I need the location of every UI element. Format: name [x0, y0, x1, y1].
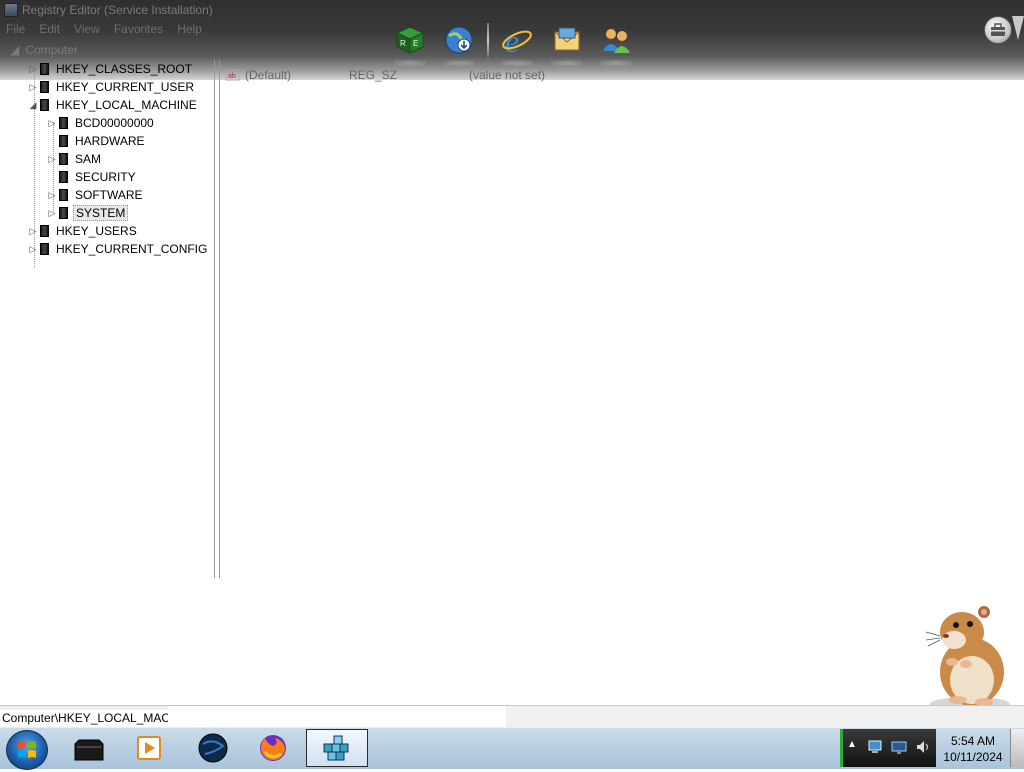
- globe-app-icon: [198, 733, 228, 763]
- taskbar-item-firefox[interactable]: [246, 729, 300, 767]
- tree-item-label: SYSTEM: [73, 205, 129, 221]
- registry-key-icon: [59, 135, 68, 147]
- registry-key-icon: [59, 117, 68, 129]
- clock-time: 5:54 AM: [950, 734, 996, 748]
- tree-item-hkey-local-machine[interactable]: ◢ HKEY_LOCAL_MACHINE: [28, 96, 199, 114]
- volume-tray-icon[interactable]: [915, 739, 931, 755]
- tree-item-label: HKEY_CURRENT_USER: [56, 80, 195, 94]
- taskbar-item-black-app[interactable]: [62, 729, 116, 767]
- expand-arrow-icon[interactable]: ▷: [28, 226, 38, 237]
- system-tray: ▲: [840, 729, 936, 767]
- registry-key-icon: [40, 243, 49, 255]
- tree-root-computer[interactable]: ◢ Computer: [10, 43, 78, 57]
- tree-item-sam[interactable]: ▷ SAM: [47, 150, 103, 168]
- registry-key-icon: [40, 99, 49, 111]
- menu-help[interactable]: Help: [177, 22, 202, 36]
- tree-item-label: HKEY_LOCAL_MACHINE: [56, 98, 197, 112]
- black-app-icon: [74, 739, 104, 761]
- tree-item-hkey-current-user[interactable]: ▷ HKEY_CURRENT_USER: [28, 78, 196, 96]
- svg-text:R: R: [400, 39, 406, 48]
- network-globe-icon[interactable]: [438, 20, 482, 66]
- expand-arrow-icon[interactable]: ▷: [47, 154, 57, 165]
- regedit-icon: [323, 735, 349, 761]
- tree-item-label: HKEY_USERS: [56, 224, 137, 238]
- taskbar-item-regedit[interactable]: [306, 729, 368, 767]
- tree-item-label: SOFTWARE: [75, 188, 143, 202]
- firefox-icon: [260, 735, 286, 761]
- taskbar: ▲ 5:54 AM 10/11/2024: [0, 727, 1024, 770]
- network-tray-icon[interactable]: [867, 739, 883, 755]
- taskbar-clock[interactable]: 5:54 AM 10/11/2024: [940, 733, 1006, 765]
- tree-item-label: SAM: [75, 152, 102, 166]
- expand-arrow-icon[interactable]: ▷: [28, 82, 38, 93]
- tree-item-hardware[interactable]: HARDWARE: [47, 132, 147, 150]
- menu-bar: File Edit View Favorites Help: [6, 22, 202, 36]
- pointer-arrow-icon[interactable]: [1012, 16, 1024, 40]
- menu-view[interactable]: View: [74, 22, 100, 36]
- registry-key-icon: [40, 81, 49, 93]
- monitor-tray-icon[interactable]: [891, 739, 907, 755]
- menu-edit[interactable]: Edit: [39, 22, 60, 36]
- internet-explorer-icon[interactable]: e: [495, 20, 539, 66]
- start-button[interactable]: [6, 730, 48, 770]
- tree-item-label: HKEY_CURRENT_CONFIG: [56, 242, 208, 256]
- tree-item-system[interactable]: ▷ SYSTEM: [47, 204, 129, 222]
- expand-arrow-icon[interactable]: ▷: [28, 64, 38, 75]
- registry-key-icon: [59, 171, 68, 183]
- show-hidden-icons-arrow[interactable]: ▲: [847, 739, 863, 755]
- tree-item-label: SECURITY: [75, 170, 136, 184]
- tree-item-bcd00000000[interactable]: ▷ BCD00000000: [47, 114, 156, 132]
- registry-key-icon: [40, 63, 49, 75]
- status-bar: Computer\HKEY_LOCAL_MACHINE: [0, 705, 1024, 728]
- window-title: Registry Editor (Service Installation): [22, 3, 213, 17]
- regedit-launcher-icon[interactable]: R E: [388, 20, 432, 66]
- expand-arrow-icon[interactable]: ▷: [28, 244, 38, 255]
- string-value-icon: ab: [225, 68, 241, 85]
- tree-item-label: HARDWARE: [75, 134, 145, 148]
- mail-envelope-icon[interactable]: [545, 20, 589, 66]
- value-type: REG_SZ: [349, 68, 398, 82]
- expand-arrow-icon[interactable]: ▷: [47, 118, 57, 129]
- tree-item-hkey-users[interactable]: ▷ HKEY_USERS: [28, 222, 139, 240]
- expand-arrow-icon[interactable]: ▷: [47, 190, 57, 201]
- tree-item-label: HKEY_CLASSES_ROOT: [56, 62, 193, 76]
- registry-key-icon: [59, 189, 68, 201]
- tree-item-label: BCD00000000: [75, 116, 154, 130]
- clock-date: 10/11/2024: [943, 750, 1003, 764]
- show-desktop-button[interactable]: [1010, 729, 1024, 767]
- status-path: Computer\HKEY_LOCAL_MACHINE: [0, 710, 168, 728]
- tree-item-software[interactable]: ▷ SOFTWARE: [47, 186, 145, 204]
- pane-splitter[interactable]: [214, 60, 220, 578]
- collapse-arrow-icon[interactable]: ◢: [28, 100, 38, 111]
- value-data: (value not set): [469, 68, 546, 82]
- svg-text:E: E: [413, 39, 418, 48]
- tree-item-hkey-classes-root[interactable]: ▷ HKEY_CLASSES_ROOT: [28, 60, 194, 78]
- tree-root-label: Computer: [25, 43, 79, 57]
- value-name: (Default): [245, 68, 292, 82]
- svg-text:ab: ab: [228, 73, 236, 80]
- quick-launch-dock: R E e: [388, 18, 638, 66]
- registry-key-icon: [59, 153, 68, 165]
- tree-item-hkey-current-config[interactable]: ▷ HKEY_CURRENT_CONFIG: [28, 240, 209, 258]
- taskbar-item-globe-app[interactable]: [186, 729, 240, 767]
- hamster-pet-image[interactable]: [912, 600, 1012, 712]
- registry-key-icon: [40, 225, 49, 237]
- registry-key-icon: [59, 207, 68, 219]
- status-segment: [168, 706, 506, 728]
- expand-arrow-icon[interactable]: ▷: [47, 208, 57, 219]
- windows-logo-icon: [18, 741, 36, 758]
- collapse-arrow-icon[interactable]: ◢: [10, 43, 22, 57]
- toolbox-button[interactable]: [984, 16, 1012, 44]
- media-player-icon: [137, 736, 161, 760]
- menu-favorites[interactable]: Favorites: [114, 22, 163, 36]
- taskbar-item-media-player[interactable]: [122, 729, 176, 767]
- menu-file[interactable]: File: [6, 22, 25, 36]
- tree-item-security[interactable]: SECURITY: [47, 168, 138, 186]
- dock-separator: [487, 23, 490, 57]
- regedit-title-icon: [4, 3, 18, 17]
- toolbox-icon: [991, 23, 1005, 36]
- users-icon[interactable]: [594, 20, 638, 66]
- registry-tree: ▷ HKEY_CLASSES_ROOT ▷ HKEY_CURRENT_USER …: [0, 60, 214, 578]
